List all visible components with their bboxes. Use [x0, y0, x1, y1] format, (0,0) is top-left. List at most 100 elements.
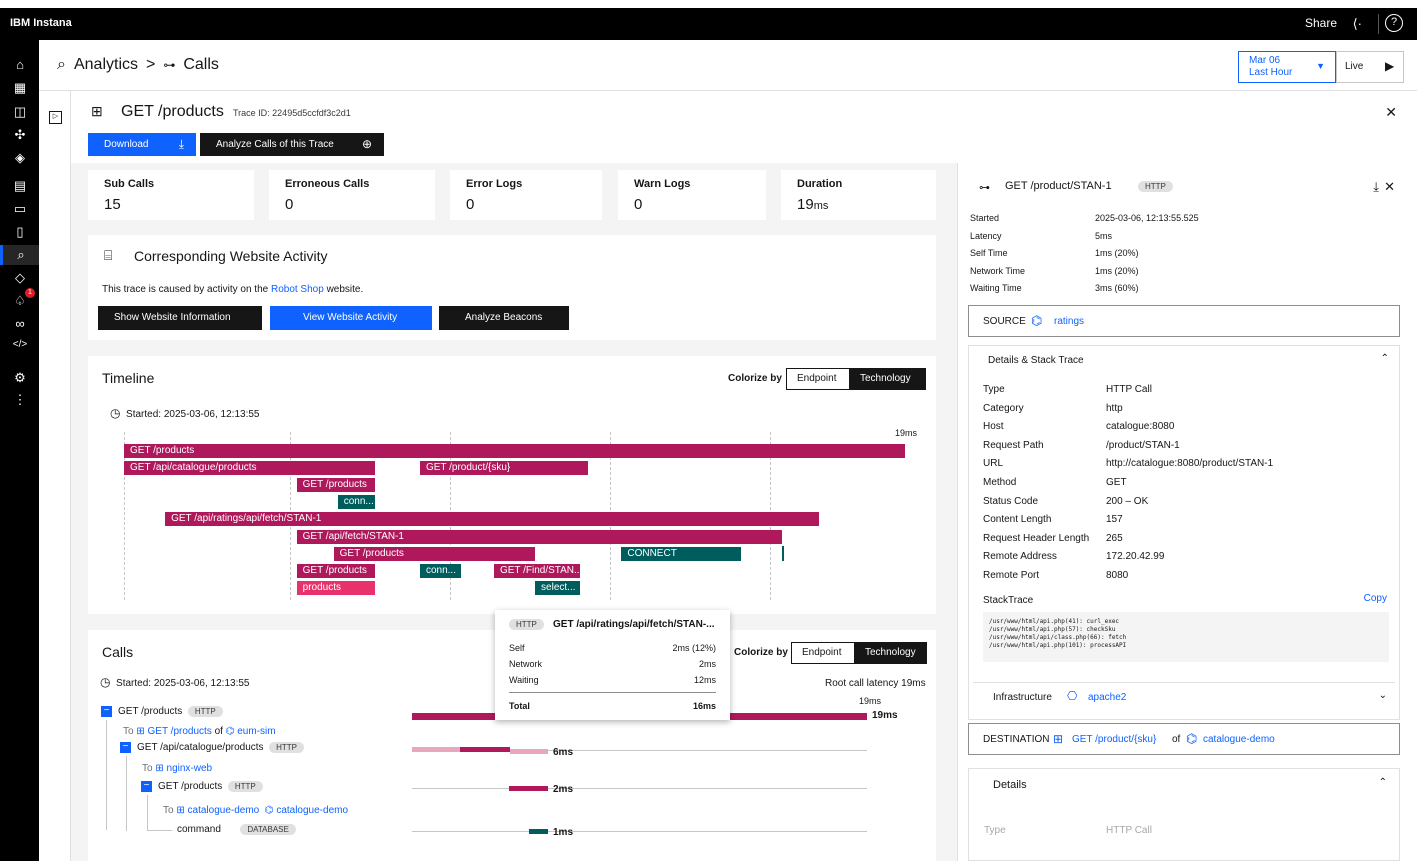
website-icon[interactable]: ▭	[12, 201, 28, 217]
details-title[interactable]: Details	[993, 779, 1027, 791]
option-endpoint[interactable]: Endpoint	[802, 647, 841, 658]
top-bar: IBM Instana Share ⟨· ?	[0, 8, 1417, 40]
copy-button[interactable]: Copy	[1364, 593, 1387, 604]
view-website-activity-button[interactable]: View Website Activity	[270, 306, 432, 330]
source-link[interactable]: ratings	[1054, 316, 1084, 327]
timeline-bar[interactable]: GET /product/{sku}	[419, 461, 589, 476]
timeline-bar[interactable]: CONNECT	[621, 546, 741, 561]
summary-value: 2025-03-06, 12:13:55.525	[1095, 213, 1199, 223]
details-title[interactable]: Details & Stack Trace	[988, 355, 1084, 366]
calls-axis-max: 19ms	[859, 696, 882, 706]
option-endpoint[interactable]: Endpoint	[797, 373, 836, 384]
synthetic-icon[interactable]: ∞	[12, 316, 28, 332]
timeline-bar[interactable]: GET /products	[124, 444, 905, 458]
call-row[interactable]: − GET /products HTTP	[101, 706, 223, 718]
detail-key: Status Code	[983, 495, 1039, 507]
share-icon[interactable]: ⟨·	[1353, 16, 1362, 32]
summary-key: Waiting Time	[970, 283, 1022, 293]
colorize-label: Colorize by	[728, 373, 782, 384]
trace-icon: ⊞	[91, 103, 103, 119]
collapse-icon[interactable]: −	[101, 706, 112, 717]
timeline-bar[interactable]: conn...	[337, 495, 375, 510]
chevron-down-icon[interactable]: ⌄	[1379, 690, 1387, 701]
zoom-icon: ⊕	[361, 137, 372, 151]
timeline-bar[interactable]: GET /Find/STAN...	[493, 563, 581, 578]
close-icon[interactable]: ✕	[1385, 104, 1397, 121]
endpoint-link[interactable]: GET /products	[148, 726, 212, 737]
timeline-bar[interactable]: GET /products	[296, 478, 375, 493]
close-icon[interactable]: ✕	[1384, 179, 1395, 195]
chevron-up-icon[interactable]: ⌃	[1381, 353, 1389, 364]
latency-label: 2ms	[553, 784, 574, 795]
timeline-bar[interactable]: select...	[535, 580, 581, 595]
download-icon: ⤓	[178, 137, 184, 151]
download-icon[interactable]: ⤓	[1373, 179, 1379, 195]
detail-key: Content Length	[983, 514, 1052, 526]
timeline-bar[interactable]: products	[296, 580, 375, 595]
detail-value: catalogue:8080	[1106, 421, 1175, 433]
call-row[interactable]: − GET /products HTTP	[141, 781, 263, 793]
colorize-label: Colorize by	[734, 647, 788, 658]
trace-id: Trace ID: 22495d5ccfdf3c2d1	[233, 108, 351, 118]
home-icon[interactable]: ⌂	[12, 57, 28, 73]
timeline-bar[interactable]: conn...	[419, 563, 462, 578]
events-icon[interactable]: ◇	[12, 270, 28, 286]
latency-bar	[460, 747, 510, 752]
timeline-bar[interactable]: GET /products	[333, 546, 536, 561]
timeline-bar[interactable]: GET /products	[296, 563, 375, 578]
dashboard-icon[interactable]: ▦	[12, 80, 28, 96]
option-technology-selected[interactable]: Technology	[854, 643, 927, 663]
settings-icon[interactable]: ⚙	[12, 370, 28, 386]
mobile-icon[interactable]: ▯	[12, 224, 28, 240]
destination-service-link[interactable]: catalogue-demo	[1203, 734, 1275, 745]
infrastructure-label[interactable]: Infrastructure	[993, 692, 1052, 703]
option-technology-selected[interactable]: Technology	[849, 369, 926, 389]
endpoint-link[interactable]: nginx-web	[167, 763, 213, 774]
call-name: command	[177, 824, 221, 835]
infrastructure-icon[interactable]: ◫	[12, 104, 28, 120]
download-label: Download	[104, 139, 149, 150]
timeline-started: ◷ Started: 2025-03-06, 12:13:55	[110, 406, 259, 420]
more-icon[interactable]: ⋮	[12, 392, 28, 408]
timeline-bar[interactable]: GET /api/ratings/api/fetch/STAN-1	[165, 512, 819, 527]
stat-label: Error Logs	[466, 178, 523, 190]
share-button[interactable]: Share	[1305, 16, 1337, 30]
latency-label: 6ms	[553, 747, 574, 758]
applications-icon[interactable]: ▤	[12, 178, 28, 194]
stack-icon[interactable]: ◈	[12, 150, 28, 166]
services-icon[interactable]: ✣	[12, 127, 28, 143]
code-icon[interactable]: </>	[12, 337, 28, 353]
call-row[interactable]: command DATABASE	[177, 824, 296, 835]
timeline-bar[interactable]: GET /api/fetch/STAN-1	[296, 529, 782, 544]
collapse-icon[interactable]: −	[120, 742, 131, 753]
infrastructure-icon: ⎔	[1067, 689, 1078, 703]
call-tag: HTTP	[269, 742, 305, 754]
call-row[interactable]: − GET /api/catalogue/products HTTP	[120, 742, 305, 754]
analyze-beacons-button[interactable]: Analyze Beacons	[439, 306, 569, 330]
service-link[interactable]: catalogue-demo	[276, 805, 348, 816]
destination-endpoint-link[interactable]: GET /product/{sku}	[1072, 734, 1156, 745]
analyze-calls-button[interactable]: Analyze Calls of this Trace ⊕	[200, 133, 384, 156]
detail-value: 157	[1106, 514, 1123, 526]
date-picker[interactable]: Mar 06 Last Hour ▼	[1238, 51, 1336, 83]
stack-trace-label: StackTrace	[983, 595, 1034, 606]
latency-bar-network	[412, 747, 460, 752]
of-label: of	[1172, 734, 1181, 745]
service-link[interactable]: eum-sim	[237, 726, 275, 737]
help-icon[interactable]: ?	[1385, 14, 1403, 32]
endpoint-link[interactable]: catalogue-demo	[188, 805, 260, 816]
live-button[interactable]: Live ▶	[1336, 51, 1404, 83]
timeline-bar[interactable]: GET /api/catalogue/products	[124, 461, 375, 476]
infrastructure-link[interactable]: apache2	[1088, 692, 1126, 703]
robot-shop-link[interactable]: Robot Shop	[271, 284, 324, 295]
analytics-icon[interactable]: ⌕	[0, 245, 39, 265]
breadcrumb-analytics[interactable]: Analytics	[74, 56, 138, 73]
collapse-icon[interactable]: −	[141, 781, 152, 792]
stat-value: 0	[634, 196, 643, 213]
show-website-info-button[interactable]: Show Website Information	[98, 306, 262, 330]
tree-line	[106, 720, 107, 830]
clock-icon: ◷	[100, 675, 111, 689]
download-button[interactable]: Download ⤓	[88, 133, 196, 156]
chevron-up-icon[interactable]: ⌃	[1379, 777, 1387, 788]
panel-toggle-icon[interactable]: ▷	[49, 111, 62, 124]
